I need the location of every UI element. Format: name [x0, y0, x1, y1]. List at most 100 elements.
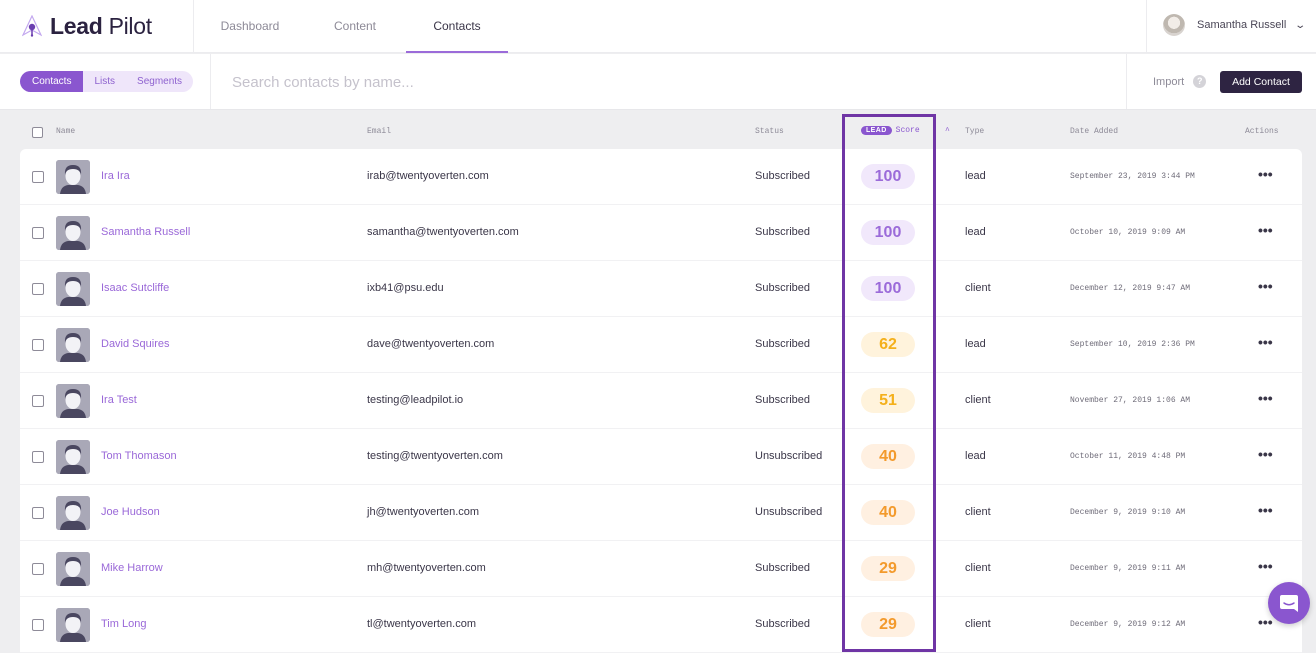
- date-added: September 10, 2019 2:36 PM: [1070, 340, 1195, 349]
- table-row[interactable]: Ira Test testing@leadpilot.io Subscribed 51…: [20, 373, 1302, 429]
- table-row[interactable]: Joe Hudson jh@twentyoverten.com Unsubscrib…: [20, 485, 1302, 541]
- row-checkbox[interactable]: [32, 339, 44, 351]
- contact-name-link[interactable]: Tim Long: [101, 618, 146, 630]
- contact-name-link[interactable]: Joe Hudson: [101, 506, 160, 518]
- lead-score-badge: 29: [861, 612, 915, 637]
- row-checkbox[interactable]: [32, 227, 44, 239]
- column-header-lead-score[interactable]: LEAD Score: [861, 126, 920, 135]
- column-header-actions: Actions: [1245, 127, 1279, 136]
- chevron-down-icon: ⌄: [1294, 19, 1307, 31]
- contact-email: mh@twentyoverten.com: [367, 562, 486, 574]
- lead-badge: LEAD: [861, 126, 892, 135]
- column-header-email[interactable]: Email: [367, 127, 391, 136]
- date-added: December 9, 2019 9:11 AM: [1070, 564, 1186, 573]
- table-header: Name Email Status LEAD Score ^ Type Date …: [20, 118, 1302, 146]
- lead-score-badge: 100: [861, 276, 915, 301]
- date-added: November 27, 2019 1:06 AM: [1070, 396, 1191, 405]
- row-checkbox[interactable]: [32, 171, 44, 183]
- more-actions-icon[interactable]: •••: [1258, 614, 1273, 630]
- table-row[interactable]: Ira Ira irab@twentyoverten.com Subscribed 1…: [20, 149, 1302, 205]
- person-placeholder-icon: [56, 608, 90, 642]
- import-button[interactable]: Import ?: [1153, 75, 1207, 88]
- person-placeholder-icon: [56, 160, 90, 194]
- subscription-status: Subscribed: [755, 394, 811, 406]
- nav-item-dashboard[interactable]: Dashboard: [196, 0, 304, 53]
- help-icon[interactable]: ?: [1193, 75, 1207, 88]
- more-actions-icon[interactable]: •••: [1258, 558, 1273, 574]
- row-checkbox[interactable]: [32, 283, 44, 295]
- logo[interactable]: Lead Pilot: [22, 12, 152, 40]
- divider: [193, 0, 194, 53]
- table-row[interactable]: Tim Long tl@twentyoverten.com Subscribed 29…: [20, 597, 1302, 653]
- segment-contacts[interactable]: Contacts: [20, 71, 84, 92]
- divider: [210, 54, 211, 109]
- table-row[interactable]: Mike Harrow mh@twentyoverten.com Subscribe…: [20, 541, 1302, 597]
- contacts-toolbar: Contacts Lists Segments Import ? Add Con…: [0, 54, 1316, 110]
- column-header-type[interactable]: Type: [965, 127, 984, 136]
- contact-name-link[interactable]: Ira Test: [101, 394, 137, 406]
- select-all-checkbox[interactable]: [32, 127, 43, 138]
- contact-avatar: [56, 384, 90, 418]
- contact-name-link[interactable]: Tom Thomason: [101, 450, 177, 462]
- top-navigation-bar: Lead Pilot Dashboard Content Contacts Sa…: [0, 0, 1316, 53]
- date-added: October 10, 2019 9:09 AM: [1070, 228, 1186, 237]
- search-input[interactable]: [232, 71, 832, 93]
- contact-type: client: [965, 506, 991, 518]
- brand-name: Lead Pilot: [50, 12, 152, 39]
- lead-score-badge: 62: [861, 332, 915, 357]
- column-header-date-added[interactable]: Date Added: [1070, 127, 1118, 136]
- nav-item-contacts[interactable]: Contacts: [406, 0, 508, 53]
- row-checkbox[interactable]: [32, 451, 44, 463]
- date-added: October 11, 2019 4:48 PM: [1070, 452, 1186, 461]
- subscription-status: Subscribed: [755, 282, 811, 294]
- segment-segments[interactable]: Segments: [126, 71, 193, 92]
- contact-name-link[interactable]: Isaac Sutcliffe: [101, 282, 169, 294]
- contact-email: ixb41@psu.edu: [367, 282, 444, 294]
- more-actions-icon[interactable]: •••: [1258, 334, 1273, 350]
- main-nav: Dashboard Content Contacts: [196, 0, 508, 53]
- contact-name-link[interactable]: David Squires: [101, 338, 169, 350]
- view-segmented-control: Contacts Lists Segments: [20, 71, 194, 92]
- date-added: December 12, 2019 9:47 AM: [1070, 284, 1191, 293]
- add-contact-button[interactable]: Add Contact: [1220, 71, 1302, 93]
- contact-type: lead: [965, 226, 986, 238]
- row-checkbox[interactable]: [32, 395, 44, 407]
- column-header-status[interactable]: Status: [755, 127, 784, 136]
- row-checkbox[interactable]: [32, 619, 44, 631]
- subscription-status: Subscribed: [755, 562, 811, 574]
- table-row[interactable]: Samantha Russell samantha@twentyoverten.c…: [20, 205, 1302, 261]
- column-header-name[interactable]: Name: [56, 127, 75, 136]
- sort-ascending-icon[interactable]: ^: [945, 127, 950, 136]
- more-actions-icon[interactable]: •••: [1258, 222, 1273, 238]
- table-row[interactable]: Isaac Sutcliffe ixb41@psu.edu Subscribed 10…: [20, 261, 1302, 317]
- rocket-logo-icon: [22, 15, 42, 37]
- contact-name-link[interactable]: Samantha Russell: [101, 226, 190, 238]
- table-row[interactable]: David Squires dave@twentyoverten.com Subsc…: [20, 317, 1302, 373]
- contacts-table: Ira Ira irab@twentyoverten.com Subscribed 1…: [20, 149, 1302, 653]
- user-menu[interactable]: Samantha Russell ⌄: [1163, 14, 1307, 36]
- contact-avatar: [56, 608, 90, 642]
- row-checkbox[interactable]: [32, 563, 44, 575]
- more-actions-icon[interactable]: •••: [1258, 446, 1273, 462]
- contact-name-link[interactable]: Ira Ira: [101, 170, 130, 182]
- chat-launcher-button[interactable]: [1268, 582, 1310, 624]
- import-label: Import: [1153, 75, 1185, 88]
- table-row[interactable]: Tom Thomason testing@twentyoverten.com Uns…: [20, 429, 1302, 485]
- more-actions-icon[interactable]: •••: [1258, 166, 1273, 182]
- contact-avatar: [56, 552, 90, 586]
- nav-item-content[interactable]: Content: [304, 0, 406, 53]
- more-actions-icon[interactable]: •••: [1258, 502, 1273, 518]
- contact-name-link[interactable]: Mike Harrow: [101, 562, 163, 574]
- row-checkbox[interactable]: [32, 507, 44, 519]
- contact-email: samantha@twentyoverten.com: [367, 226, 519, 238]
- contact-avatar: [56, 216, 90, 250]
- score-label: Score: [895, 126, 920, 135]
- lead-score-badge: 100: [861, 164, 915, 189]
- person-placeholder-icon: [56, 496, 90, 530]
- subscription-status: Subscribed: [755, 226, 811, 238]
- more-actions-icon[interactable]: •••: [1258, 390, 1273, 406]
- contact-type: lead: [965, 170, 986, 182]
- more-actions-icon[interactable]: •••: [1258, 278, 1273, 294]
- subscription-status: Subscribed: [755, 618, 811, 630]
- segment-lists[interactable]: Lists: [83, 71, 126, 92]
